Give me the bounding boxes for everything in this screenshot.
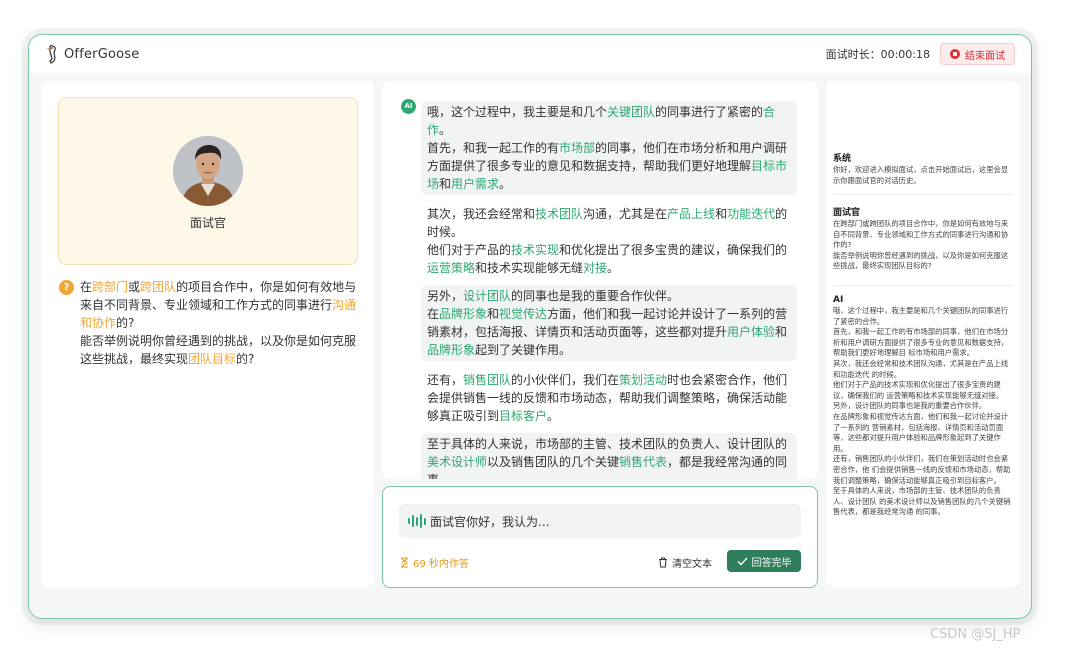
interviewer-panel: 面试官 ? 在跨部门或跨团队的项目合作中，你是如何有效地与来自不同背景、专业领域… — [41, 81, 374, 587]
interview-timer: 面试时长：00:00:18 — [825, 48, 930, 61]
text-run: 和优化提出了很多宝贵的建议，确保我们的 — [559, 243, 788, 257]
clear-text-button[interactable]: 清空文本 — [658, 552, 712, 572]
app-window: OfferGoose 面试时长：00:00:18 结束面试 面试官 ? 在跨部门… — [28, 34, 1032, 619]
history-panel: 系统 你好，欢迎进入模拟面试，点击开始面试后，这里会显示你跟面试官的对话历史。 … — [826, 81, 1020, 587]
app-name: OfferGoose — [64, 46, 140, 62]
text-run: 和 — [715, 207, 728, 221]
text-run: 至于具体的人来说，市场部的主管、技术团队的负责人、设计团队的 — [427, 437, 788, 451]
keyword-highlight: 策划活动 — [619, 373, 668, 387]
history-title: 面试官 — [833, 208, 861, 218]
answer-panel: AI 哦，这个过程中，我主要是和几个关键团队的同事进行了紧密的合作。 首先，和我一… — [382, 81, 818, 479]
keyword-highlight: 市场部 — [559, 141, 596, 155]
logo: OfferGoose — [45, 44, 139, 64]
history-title: AI — [833, 295, 844, 305]
check-icon — [737, 557, 748, 566]
text-run: 另外， — [427, 289, 464, 303]
end-interview-button[interactable]: 结束面试 — [940, 43, 1015, 65]
watermark: CSDN @SJ_HP — [930, 627, 1021, 642]
goose-icon — [46, 45, 56, 64]
keyword-highlight: 销售代表 — [619, 455, 668, 469]
answer-input-text: 面试官你好，我认为... — [430, 514, 550, 529]
text-run: 的? — [116, 316, 135, 330]
text-run: 。 — [607, 261, 620, 275]
top-bar: OfferGoose 面试时长：00:00:18 结束面试 — [29, 35, 1031, 73]
end-interview-label: 结束面试 — [965, 50, 1005, 62]
text-run: 和 — [439, 177, 452, 191]
stop-icon — [950, 49, 960, 59]
history-item-interviewer: 面试官 在跨部门或跨团队的项目合作中，你是如何有效地与来自不同背景、专业领域和工… — [833, 205, 1013, 272]
text-run: 以及销售团队的几个关键 — [487, 455, 620, 469]
keyword-highlight: 销售团队 — [463, 373, 512, 387]
text-run: 和技术实现能够无缝 — [475, 261, 584, 275]
text-run: 哦，这个过程中，我主要是和几个 — [427, 105, 608, 119]
question-icon: ? — [59, 280, 74, 295]
answer-done-button[interactable]: 回答完毕 — [727, 550, 801, 572]
text-run: 。 — [547, 409, 560, 423]
ai-badge-icon: AI — [401, 99, 416, 114]
answer-input[interactable]: 面试官你好，我认为... — [399, 504, 801, 538]
history-body: 哦，这个过程中，我主要是和几个关键团队的同事进行了紧密的合作。 首先，和我一起工作… — [833, 306, 1011, 517]
keyword-highlight: 品牌形象 — [427, 343, 476, 357]
countdown-text: 69 秒内作答 — [413, 559, 469, 570]
text-run: 的小伙伴们，我们在 — [511, 373, 620, 387]
text-run: 。 — [499, 177, 512, 191]
history-item-system: 系统 你好，欢迎进入模拟面试，点击开始面试后，这里会显示你跟面试官的对话历史。 — [833, 151, 1013, 186]
text-run: 在 — [427, 307, 440, 321]
text-run: 的同事进行了紧密的 — [655, 105, 764, 119]
keyword-highlight: 产品上线 — [667, 207, 716, 221]
voice-wave-icon — [408, 514, 426, 528]
interviewer-name: 面试官 — [189, 216, 226, 230]
question-text: 在跨部门或跨团队的项目合作中，你是如何有效地与来自不同背景、专业领域和工作方式的… — [80, 278, 359, 368]
text-run: 和 — [487, 307, 500, 321]
trash-icon — [659, 557, 667, 567]
text-run: 和 — [775, 325, 788, 339]
history-body: 在跨部门或跨团队的项目合作中，你是如何有效地与来自不同背景、专业领域和工作方式的… — [833, 219, 1009, 271]
text-run: 的? — [236, 352, 255, 366]
text-run: 的同事也是我的重要合作伙伴。 — [511, 289, 680, 303]
text-run: 起到了关键作用。 — [475, 343, 572, 357]
text-run: 在 — [80, 280, 93, 294]
text-run: 。 — [439, 123, 452, 137]
keyword-highlight: 用户体验 — [727, 325, 776, 339]
keyword-highlight: 跨部门 — [92, 280, 129, 294]
keyword-highlight: 对接 — [583, 261, 608, 275]
answer-paragraph: 哦，这个过程中，我主要是和几个关键团队的同事进行了紧密的合作。 首先，和我一起工作… — [421, 101, 797, 195]
keyword-highlight: 品牌形象 — [439, 307, 488, 321]
text-run: 他们对于产品的 — [427, 243, 512, 257]
divider — [833, 285, 1013, 286]
keyword-highlight: 团队目标 — [188, 352, 237, 366]
text-run: 首先，和我一起工作的有 — [427, 141, 560, 155]
text-run: 沟通，尤其是在 — [583, 207, 668, 221]
answer-paragraph: 还有，销售团队的小伙伴们，我们在策划活动时也会紧密合作，他们会提供销售一线的反馈… — [421, 369, 797, 427]
answer-paragraph: 另外，设计团队的同事也是我的重要合作伙伴。 在品牌形象和视觉传达方面，他们和我一起… — [421, 285, 797, 361]
keyword-highlight: 技术实现 — [511, 243, 560, 257]
keyword-highlight: 美术设计师 — [427, 455, 488, 469]
hourglass-icon — [401, 557, 408, 568]
answer-paragraph: 至于具体的人来说，市场部的主管、技术团队的负责人、设计团队的美术设计师以及销售团… — [421, 433, 797, 479]
keyword-highlight: 用户需求 — [451, 177, 500, 191]
interviewer-avatar — [173, 136, 243, 206]
countdown: 69 秒内作答 — [400, 555, 469, 570]
answer-paragraph: 其次，我还会经常和技术团队沟通，尤其是在产品上线和功能迭代的时候。 他们对于产品的… — [421, 203, 797, 279]
clear-text-label: 清空文本 — [672, 558, 712, 570]
history-body: 你好，欢迎进入模拟面试，点击开始面试后，这里会显示你跟面试官的对话历史。 — [833, 165, 1009, 185]
history-title: 系统 — [833, 154, 852, 164]
keyword-highlight: 技术团队 — [535, 207, 584, 221]
keyword-highlight: 设计团队 — [463, 289, 512, 303]
text-run: 还有， — [427, 373, 464, 387]
keyword-highlight: 跨团队 — [140, 280, 177, 294]
question: ? 在跨部门或跨团队的项目合作中，你是如何有效地与来自不同背景、专业领域和工作方… — [59, 278, 359, 368]
divider — [833, 194, 1013, 195]
answer-done-label: 回答完毕 — [751, 557, 792, 569]
keyword-highlight: 目标客户 — [499, 409, 548, 423]
interviewer-card: 面试官 — [58, 97, 358, 265]
text-run: 其次，我还会经常和 — [427, 207, 536, 221]
keyword-highlight: 关键团队 — [607, 105, 656, 119]
text-run: 或 — [128, 280, 141, 294]
keyword-highlight: 运营策略 — [427, 261, 476, 275]
keyword-highlight: 功能迭代 — [727, 207, 776, 221]
keyword-highlight: 视觉传达 — [499, 307, 548, 321]
answer-input-box: 面试官你好，我认为... 69 秒内作答 清空文本 回答完毕 — [382, 486, 818, 588]
history-item-ai: AI 哦，这个过程中，我主要是和几个关键团队的同事进行了紧密的合作。 首先，和我一… — [833, 295, 1013, 518]
